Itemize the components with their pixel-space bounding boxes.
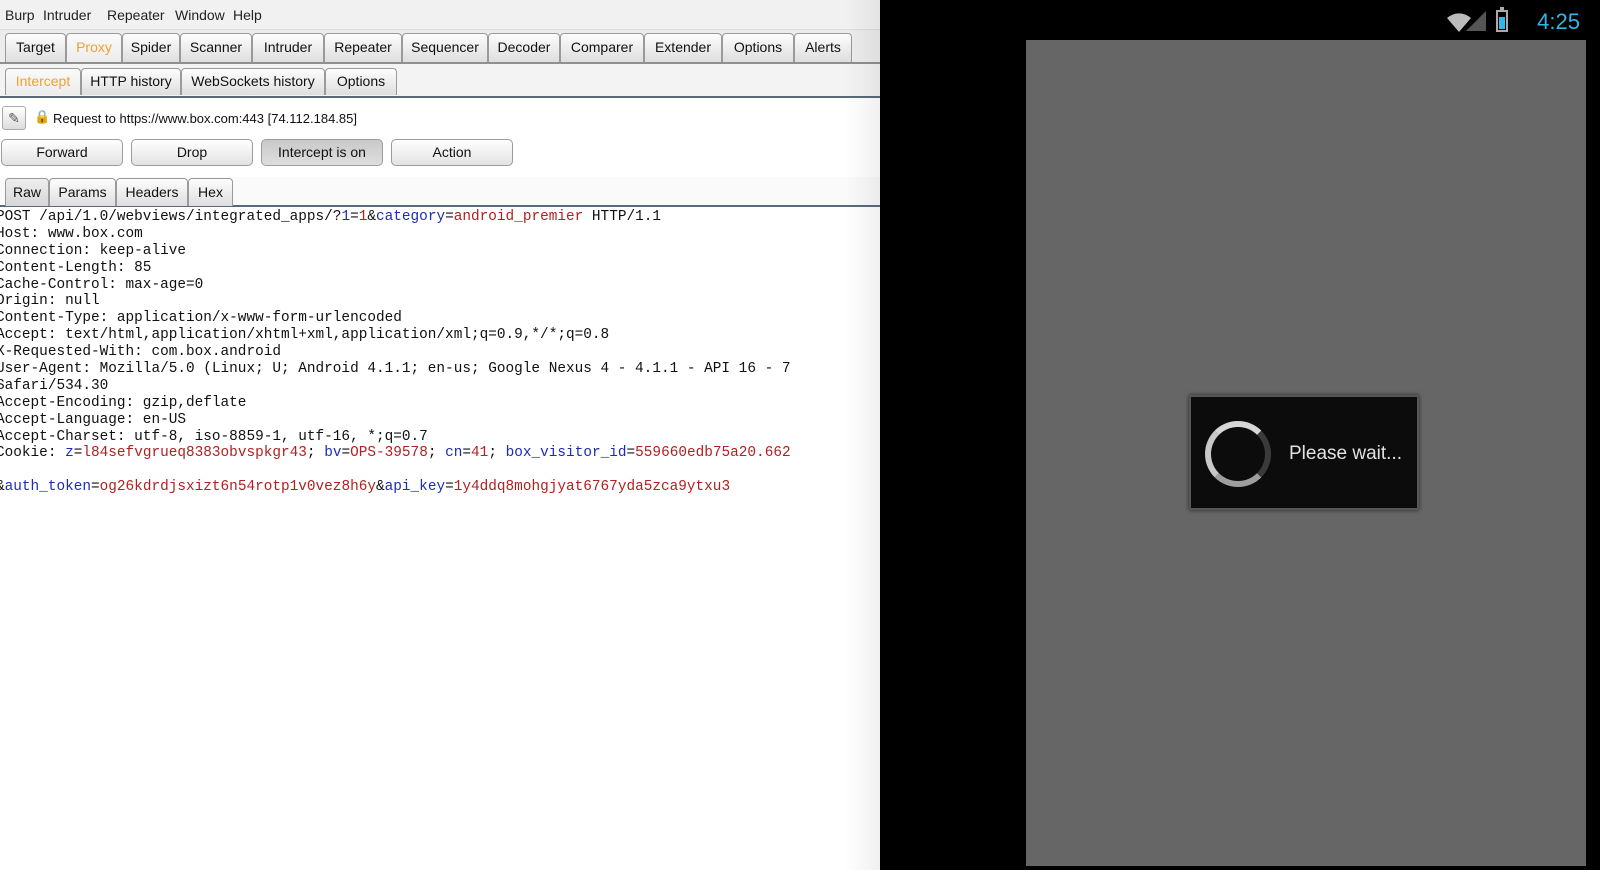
header-line: Connection: keep-alive: [0, 242, 186, 259]
tab-raw[interactable]: Raw: [5, 178, 49, 206]
query-param-value: android_premier: [453, 209, 584, 225]
spinner-icon: [1205, 421, 1271, 487]
tab-hex[interactable]: Hex: [188, 178, 233, 206]
tab-params[interactable]: Params: [49, 178, 116, 206]
header-line: Origin: null: [0, 293, 100, 310]
progress-dialog-message: Please wait...: [1289, 443, 1402, 464]
header-line: Accept-Encoding: gzip,deflate: [0, 394, 247, 411]
tab-options[interactable]: Options: [722, 33, 794, 62]
pencil-icon[interactable]: ✎: [2, 106, 26, 130]
cookie-name: box_visitor_id: [505, 445, 627, 462]
query-param-name: category: [376, 209, 446, 225]
lock-icon: 🔒: [34, 109, 51, 124]
body-param-name: auth_token: [4, 479, 91, 496]
header-line: X-Requested-With: com.box.android: [0, 344, 281, 361]
tab-scanner[interactable]: Scanner: [180, 33, 252, 62]
menu-repeater[interactable]: Repeater: [107, 7, 165, 23]
drop-button[interactable]: Drop: [131, 139, 253, 166]
request-info-bar: ✎ 🔒 Request to https://www.box.com:443 […: [0, 106, 880, 132]
tab-comparer[interactable]: Comparer: [560, 33, 644, 62]
tab-spider[interactable]: Spider: [122, 33, 180, 62]
header-line: Host: www.box.com: [0, 225, 143, 242]
tab-intercept[interactable]: Intercept: [5, 68, 81, 95]
request-path: /api/1.0/webviews/integrated_apps/?: [30, 209, 342, 225]
tab-target[interactable]: Target: [5, 33, 66, 62]
tab-decoder[interactable]: Decoder: [488, 33, 560, 62]
intercept-toggle-button[interactable]: Intercept is on: [261, 139, 383, 166]
tab-proxy-options[interactable]: Options: [325, 68, 397, 95]
tab-sequencer[interactable]: Sequencer: [402, 33, 488, 62]
header-line: Safari/534.30: [0, 377, 109, 394]
menu-intruder[interactable]: Intruder: [43, 7, 91, 23]
progress-dialog: Please wait...: [1189, 395, 1419, 510]
android-emulator: 4:25 Please wait...: [880, 0, 1600, 870]
header-line: Accept-Charset: utf-8, iso-8859-1, utf-1…: [0, 428, 428, 445]
android-status-bar: 4:25: [880, 0, 1600, 40]
tab-repeater[interactable]: Repeater: [324, 33, 402, 62]
cookie-name: z: [65, 445, 74, 462]
cookie-value: l84sefvgrueq8383obvspkgr43: [82, 445, 307, 462]
header-line: User-Agent: Mozilla/5.0 (Linux; U; Andro…: [0, 361, 791, 378]
app-screen[interactable]: Please wait...: [1026, 40, 1586, 866]
request-target-label: Request to https://www.box.com:443 [74.1…: [53, 111, 358, 126]
tab-websockets-history[interactable]: WebSockets history: [181, 68, 325, 95]
cookie-value: 41: [471, 445, 489, 462]
header-line: Accept-Language: en-US: [0, 411, 186, 428]
battery-icon: [1496, 7, 1508, 32]
request-line: POST /api/1.0/webviews/integrated_apps/?…: [0, 209, 880, 226]
cookie-name: cn: [445, 445, 463, 462]
menu-bar: Burp Intruder Repeater Window Help: [0, 0, 880, 30]
body-param-value: 1y4ddq8mohgjyat6767yda5zca9ytxu3: [453, 479, 731, 496]
request-method: POST: [0, 209, 31, 225]
header-line: Content-Type: application/x-www-form-url…: [0, 310, 402, 327]
tab-intruder[interactable]: Intruder: [252, 33, 324, 62]
cookie-name: bv: [324, 445, 342, 462]
burp-suite-window: Burp Intruder Repeater Window Help Targe…: [0, 0, 880, 870]
tab-extender[interactable]: Extender: [644, 33, 722, 62]
cookie-value: OPS-39578: [350, 445, 428, 462]
tab-alerts[interactable]: Alerts: [794, 33, 852, 62]
body-line: &auth_token=og26kdrdjsxizt6n54rotp1v0vez…: [0, 479, 731, 496]
message-view-tab-bar: Raw Params Headers Hex: [0, 177, 880, 207]
cookie-line: Cookie: z=l84sefvgrueq8383obvspkgr43; bv…: [0, 445, 880, 462]
body-param-name: api_key: [384, 479, 446, 496]
menu-window[interactable]: Window: [175, 7, 225, 23]
cookie-value: 559660edb75a20.662: [635, 445, 791, 462]
header-line: Accept: text/html,application/xhtml+xml,…: [0, 327, 610, 344]
action-button[interactable]: Action: [391, 139, 513, 166]
header-line: Content-Length: 85: [0, 259, 152, 276]
proxy-sub-tab-bar: Intercept HTTP history WebSockets histor…: [0, 64, 880, 98]
status-clock: 4:25: [1537, 9, 1580, 34]
cookie-header-name: Cookie:: [0, 445, 66, 462]
tab-headers[interactable]: Headers: [116, 178, 188, 206]
request-version: HTTP/1.1: [583, 209, 662, 225]
main-tab-bar: Target Proxy Spider Scanner Intruder Rep…: [0, 30, 880, 64]
query-param-name: 1: [341, 209, 351, 225]
body-param-value: og26kdrdjsxizt6n54rotp1v0vez8h6y: [99, 479, 376, 496]
menu-help[interactable]: Help: [233, 7, 262, 23]
signal-icon: [1466, 11, 1486, 31]
tab-http-history[interactable]: HTTP history: [81, 68, 181, 95]
header-line: Cache-Control: max-age=0: [0, 276, 204, 293]
menu-burp[interactable]: Burp: [5, 7, 35, 23]
raw-request-editor[interactable]: POST /api/1.0/webviews/integrated_apps/?…: [0, 209, 880, 870]
forward-button[interactable]: Forward: [1, 139, 123, 166]
tab-proxy[interactable]: Proxy: [66, 33, 122, 62]
